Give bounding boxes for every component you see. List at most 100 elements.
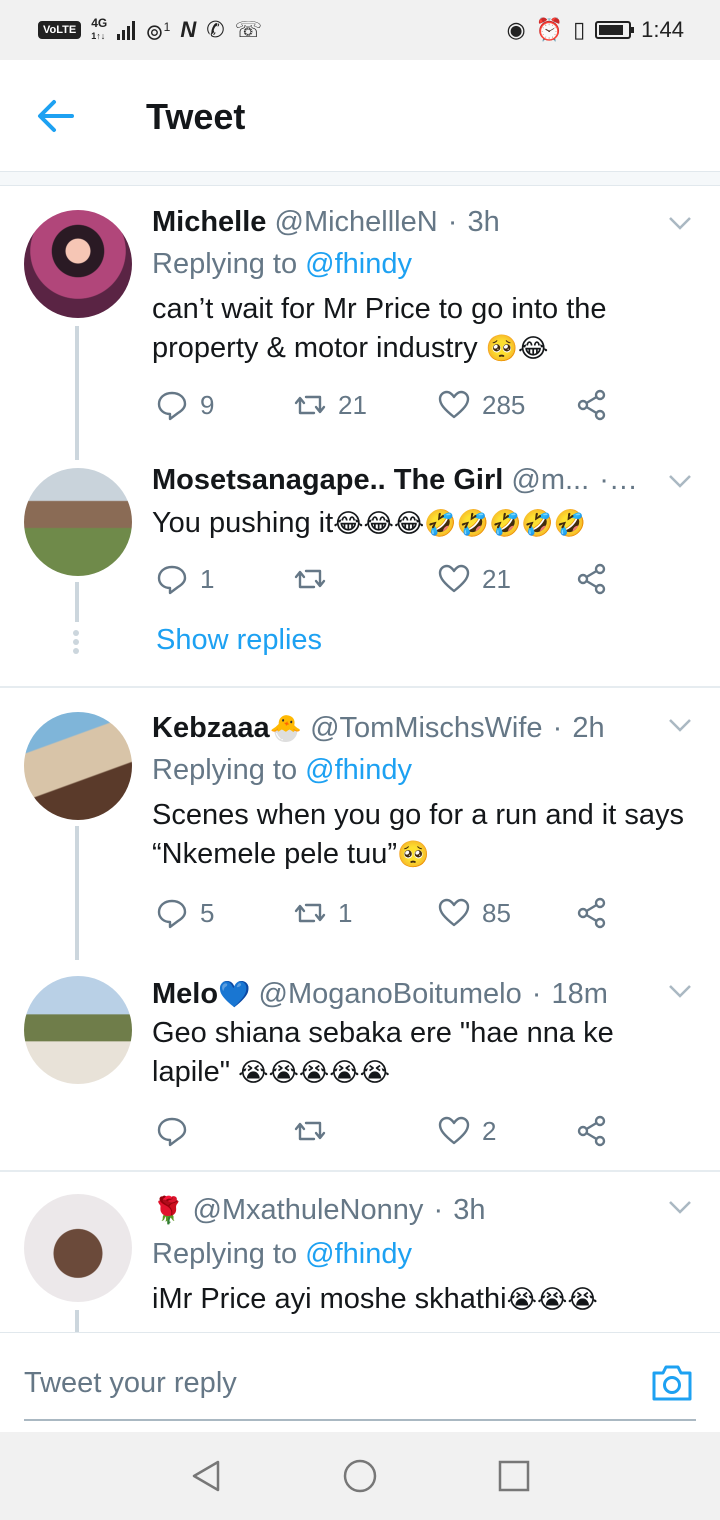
hotspot-icon: ⊚1: [145, 19, 171, 45]
display-name[interactable]: Mosetsanagape.. The Girl: [152, 464, 503, 496]
system-nav-bar: [0, 1432, 720, 1520]
reply-button[interactable]: 5: [156, 896, 214, 930]
thread-line: [75, 582, 79, 622]
retweet-button[interactable]: [294, 1114, 338, 1148]
tweet-meta: 🌹 @MxathuleNonny · 3h: [152, 1194, 486, 1226]
tweet-card[interactable]: Kebzaaa🐣 @TomMischsWife · 2h Replying to…: [0, 688, 720, 960]
nav-back-icon[interactable]: [188, 1458, 224, 1494]
nav-home-icon[interactable]: [342, 1458, 378, 1494]
user-handle[interactable]: @m...: [511, 464, 589, 496]
tweet-meta: Kebzaaa🐣 @TomMischsWife · 2h: [152, 712, 605, 744]
avatar[interactable]: [24, 468, 132, 576]
section-gap: [0, 172, 720, 186]
status-right: ◉ ⏰ ▯ 1:44: [506, 17, 684, 43]
reply-count: 1: [200, 563, 215, 594]
user-handle[interactable]: @MxathuleNonny: [192, 1194, 423, 1226]
reply-icon: [157, 1117, 187, 1147]
user-handle[interactable]: @MichellleN: [275, 206, 438, 238]
tweet-time: 3h: [467, 206, 500, 238]
reply-count: 5: [200, 897, 215, 928]
tweet-card[interactable]: 🌹 @MxathuleNonny · 3h Replying to @fhind…: [0, 1172, 720, 1332]
display-name[interactable]: Michelle: [152, 206, 266, 238]
reply-button[interactable]: [156, 1114, 200, 1148]
share-button[interactable]: [576, 896, 608, 930]
heart-icon: [438, 898, 470, 927]
show-replies-link[interactable]: Show replies: [156, 624, 322, 657]
display-name[interactable]: Kebzaaa: [152, 712, 270, 744]
heart-icon: [438, 390, 470, 419]
replying-handle-link[interactable]: @fhindy: [305, 1238, 412, 1270]
retweet-count: 21: [338, 389, 367, 420]
vibrate-icon: ▯: [573, 17, 586, 42]
reply-count: 9: [200, 389, 215, 420]
chevron-down-icon[interactable]: [668, 984, 692, 998]
retweet-icon: [294, 903, 326, 923]
replying-handle-link[interactable]: @fhindy: [305, 248, 412, 280]
tweet-meta: Mosetsanagape.. The Girl @m... · 3h: [152, 464, 640, 497]
share-button[interactable]: [576, 388, 608, 422]
camera-icon[interactable]: [650, 1361, 694, 1403]
rose-emoji: 🌹: [152, 1195, 185, 1225]
replying-to: Replying to @fhindy: [152, 248, 412, 280]
reply-feed[interactable]: Michelle @MichellleN · 3h Replying to @f…: [0, 186, 720, 1332]
like-count: 285: [482, 389, 526, 420]
share-button[interactable]: [576, 1114, 608, 1148]
chevron-down-icon[interactable]: [668, 718, 692, 732]
reply-composer: Tweet your reply: [0, 1332, 720, 1432]
share-icon: [577, 563, 606, 595]
chevron-down-icon[interactable]: [668, 474, 692, 488]
back-arrow-icon[interactable]: [32, 96, 80, 136]
avatar[interactable]: [24, 1194, 132, 1302]
blue-heart-emoji: 💙: [218, 979, 251, 1009]
retweet-button[interactable]: 21: [294, 388, 367, 422]
chick-emoji: 🐣: [269, 713, 303, 743]
reply-input[interactable]: Tweet your reply: [24, 1367, 237, 1400]
replying-handle-link[interactable]: @fhindy: [305, 754, 412, 786]
phone-icon: ☏: [234, 16, 263, 42]
user-handle[interactable]: @MoganoBoitumelo: [259, 978, 522, 1010]
avatar[interactable]: [24, 976, 132, 1084]
like-button[interactable]: 285: [438, 388, 525, 422]
retweet-icon: [294, 569, 326, 589]
thread-line: [75, 326, 79, 460]
status-bar: VoLTE 4G 1↑↓ ⊚1 N ✆ ☏ ◉ ⏰ ▯ 1:44: [0, 0, 720, 60]
share-icon: [577, 389, 606, 421]
user-handle[interactable]: @TomMischsWife: [310, 712, 542, 744]
retweet-button[interactable]: [294, 562, 338, 596]
replying-to: Replying to @fhindy: [152, 754, 412, 786]
tweet-text: You pushing it😂😂😂🤣🤣🤣🤣🤣: [152, 507, 587, 539]
avatar[interactable]: [24, 712, 132, 820]
retweet-button[interactable]: 1: [294, 896, 352, 930]
tweet-text: can’t wait for Mr Price to go into the p…: [152, 293, 607, 364]
like-button[interactable]: 85: [438, 896, 511, 930]
clock: 1:44: [641, 17, 684, 42]
avatar[interactable]: [24, 210, 132, 318]
tweet-text: Scenes when you go for a run and it says…: [152, 799, 684, 870]
replying-to: Replying to @fhindy: [152, 1238, 412, 1270]
reply-icon: [157, 565, 187, 595]
nav-recents-icon[interactable]: [496, 1458, 532, 1494]
tweet-meta: Melo💙 @MoganoBoitumelo · 18m: [152, 978, 608, 1010]
like-count: 2: [482, 1115, 497, 1146]
app-header: Tweet: [0, 60, 720, 172]
reply-button[interactable]: 1: [156, 562, 214, 596]
eye-icon: ◉: [506, 17, 526, 42]
tweet-actions: 1 21: [156, 562, 616, 596]
tweet-card[interactable]: Mosetsanagape.. The Girl @m... · 3h You …: [0, 456, 720, 686]
like-count: 21: [482, 563, 511, 594]
share-button[interactable]: [576, 562, 608, 596]
retweet-icon: [294, 1121, 326, 1141]
tweet-time: 18m: [551, 978, 608, 1010]
tweet-card[interactable]: Michelle @MichellleN · 3h Replying to @f…: [0, 186, 720, 460]
reply-button[interactable]: 9: [156, 388, 214, 422]
thread-line: [75, 826, 79, 960]
tweet-card[interactable]: Melo💙 @MoganoBoitumelo · 18m Geo shiana …: [0, 958, 720, 1168]
whatsapp-icon: ✆: [206, 16, 225, 42]
display-name[interactable]: Melo: [152, 978, 218, 1010]
reply-underline: [24, 1419, 696, 1421]
like-button[interactable]: 2: [438, 1114, 496, 1148]
chevron-down-icon[interactable]: [668, 1200, 692, 1214]
chevron-down-icon[interactable]: [668, 216, 692, 230]
reply-icon: [157, 899, 187, 929]
like-button[interactable]: 21: [438, 562, 511, 596]
